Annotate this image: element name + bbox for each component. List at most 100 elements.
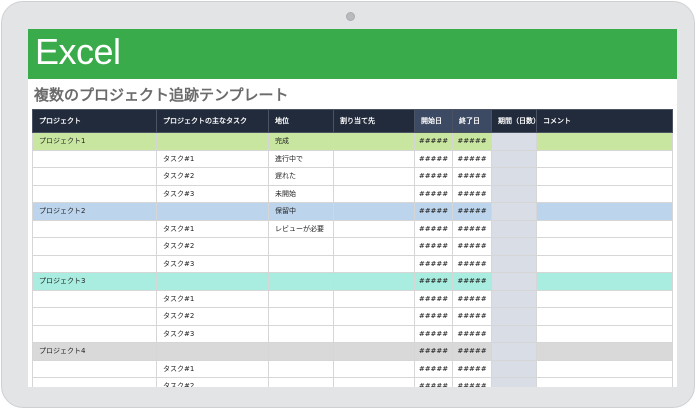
- cell-task[interactable]: タスク#3: [156, 184, 269, 203]
- cell-task[interactable]: [156, 272, 269, 291]
- cell-start-date[interactable]: #####: [414, 237, 453, 256]
- cell-task[interactable]: タスク#3: [156, 254, 269, 273]
- cell-duration[interactable]: [491, 149, 537, 168]
- cell-comment[interactable]: [536, 254, 673, 273]
- cell-comment[interactable]: [536, 377, 673, 387]
- cell-task[interactable]: タスク#1: [156, 149, 269, 168]
- cell-project[interactable]: [32, 184, 157, 203]
- cell-comment[interactable]: [536, 184, 673, 203]
- cell-project[interactable]: プロジェクト4: [32, 342, 157, 361]
- cell-task[interactable]: タスク#2: [156, 377, 269, 387]
- cell-assignee[interactable]: [333, 254, 415, 273]
- cell-status[interactable]: [268, 272, 334, 291]
- cell-start-date[interactable]: #####: [414, 289, 453, 308]
- cell-start-date[interactable]: #####: [414, 377, 453, 387]
- cell-status[interactable]: [268, 237, 334, 256]
- cell-start-date[interactable]: #####: [414, 359, 453, 378]
- cell-status[interactable]: [268, 289, 334, 308]
- cell-end-date[interactable]: #####: [452, 289, 492, 308]
- cell-duration[interactable]: [491, 289, 537, 308]
- cell-status[interactable]: [268, 342, 334, 361]
- cell-project[interactable]: [32, 254, 157, 273]
- cell-project[interactable]: プロジェクト2: [32, 202, 157, 221]
- cell-end-date[interactable]: #####: [452, 359, 492, 378]
- cell-duration[interactable]: [491, 184, 537, 203]
- header-comment[interactable]: コメント: [536, 109, 673, 133]
- cell-project[interactable]: プロジェクト1: [32, 132, 157, 151]
- cell-task[interactable]: [156, 342, 269, 361]
- cell-task[interactable]: タスク#3: [156, 324, 269, 343]
- cell-status[interactable]: [268, 359, 334, 378]
- cell-start-date[interactable]: #####: [414, 184, 453, 203]
- cell-project[interactable]: [32, 237, 157, 256]
- cell-start-date[interactable]: #####: [414, 149, 453, 168]
- cell-duration[interactable]: [491, 377, 537, 387]
- cell-comment[interactable]: [536, 342, 673, 361]
- cell-project[interactable]: [32, 149, 157, 168]
- cell-end-date[interactable]: #####: [452, 324, 492, 343]
- cell-start-date[interactable]: #####: [414, 202, 453, 221]
- cell-task[interactable]: タスク#1: [156, 289, 269, 308]
- cell-assignee[interactable]: [333, 307, 415, 326]
- cell-assignee[interactable]: [333, 289, 415, 308]
- cell-start-date[interactable]: #####: [414, 254, 453, 273]
- cell-start-date[interactable]: #####: [414, 324, 453, 343]
- cell-comment[interactable]: [536, 149, 673, 168]
- cell-comment[interactable]: [536, 132, 673, 151]
- header-duration[interactable]: 期間（日数）: [491, 109, 537, 133]
- cell-comment[interactable]: [536, 167, 673, 186]
- cell-duration[interactable]: [491, 132, 537, 151]
- cell-assignee[interactable]: [333, 377, 415, 387]
- cell-status[interactable]: [268, 377, 334, 387]
- cell-start-date[interactable]: #####: [414, 167, 453, 186]
- cell-end-date[interactable]: #####: [452, 237, 492, 256]
- cell-comment[interactable]: [536, 359, 673, 378]
- cell-task[interactable]: タスク#2: [156, 237, 269, 256]
- cell-task[interactable]: [156, 202, 269, 221]
- cell-duration[interactable]: [491, 219, 537, 238]
- cell-comment[interactable]: [536, 202, 673, 221]
- cell-task[interactable]: タスク#2: [156, 167, 269, 186]
- cell-start-date[interactable]: #####: [414, 307, 453, 326]
- cell-task[interactable]: [156, 132, 269, 151]
- cell-end-date[interactable]: #####: [452, 342, 492, 361]
- cell-duration[interactable]: [491, 237, 537, 256]
- cell-status[interactable]: [268, 324, 334, 343]
- cell-end-date[interactable]: #####: [452, 254, 492, 273]
- cell-comment[interactable]: [536, 272, 673, 291]
- cell-duration[interactable]: [491, 342, 537, 361]
- cell-start-date[interactable]: #####: [414, 272, 453, 291]
- cell-project[interactable]: [32, 359, 157, 378]
- cell-project[interactable]: [32, 167, 157, 186]
- cell-duration[interactable]: [491, 254, 537, 273]
- cell-comment[interactable]: [536, 324, 673, 343]
- cell-project[interactable]: [32, 289, 157, 308]
- cell-status[interactable]: 進行中で: [268, 149, 334, 168]
- cell-project[interactable]: [32, 307, 157, 326]
- header-end-date[interactable]: 終了日: [452, 109, 492, 133]
- cell-assignee[interactable]: [333, 202, 415, 221]
- cell-project[interactable]: [32, 219, 157, 238]
- cell-start-date[interactable]: #####: [414, 132, 453, 151]
- cell-project[interactable]: プロジェクト3: [32, 272, 157, 291]
- cell-duration[interactable]: [491, 167, 537, 186]
- cell-comment[interactable]: [536, 289, 673, 308]
- cell-assignee[interactable]: [333, 149, 415, 168]
- cell-duration[interactable]: [491, 359, 537, 378]
- cell-status[interactable]: 未開始: [268, 184, 334, 203]
- cell-end-date[interactable]: #####: [452, 219, 492, 238]
- header-project[interactable]: プロジェクト: [32, 109, 157, 133]
- cell-status[interactable]: [268, 307, 334, 326]
- cell-end-date[interactable]: #####: [452, 132, 492, 151]
- cell-comment[interactable]: [536, 237, 673, 256]
- cell-project[interactable]: [32, 324, 157, 343]
- cell-start-date[interactable]: #####: [414, 342, 453, 361]
- cell-end-date[interactable]: #####: [452, 377, 492, 387]
- header-main-task[interactable]: プロジェクトの主なタスク: [156, 109, 269, 133]
- cell-status[interactable]: 遅れた: [268, 167, 334, 186]
- cell-assignee[interactable]: [333, 167, 415, 186]
- header-status[interactable]: 地位: [268, 109, 334, 133]
- cell-end-date[interactable]: #####: [452, 184, 492, 203]
- cell-project[interactable]: [32, 377, 157, 387]
- cell-assignee[interactable]: [333, 237, 415, 256]
